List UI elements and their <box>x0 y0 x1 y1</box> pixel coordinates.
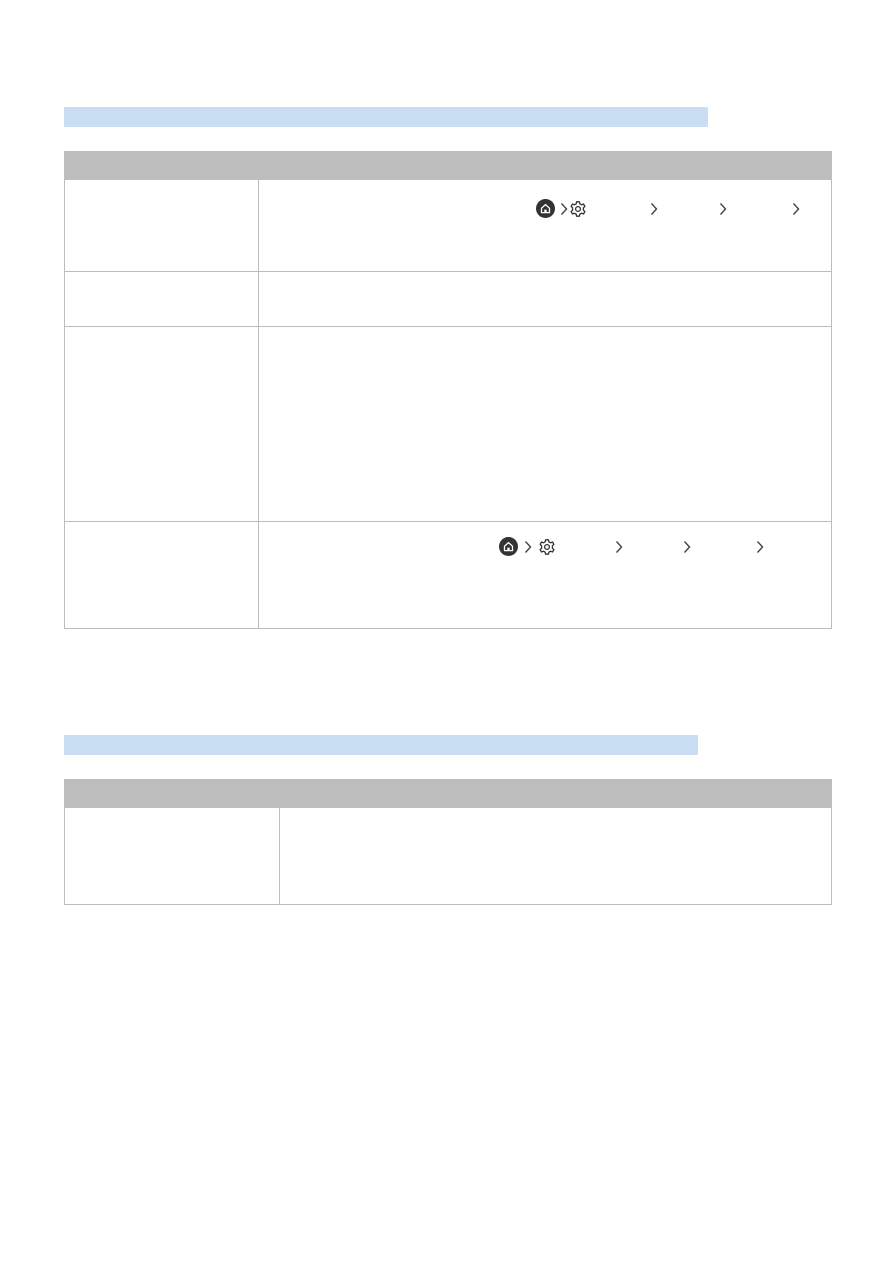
troubleshooting-table-2 <box>64 779 832 905</box>
row-label <box>64 271 259 327</box>
chevron-right-icon <box>683 540 691 554</box>
table-header-row <box>64 779 832 808</box>
row-description <box>258 521 832 629</box>
table-row <box>64 271 832 327</box>
row-description <box>258 271 832 327</box>
table-row <box>64 521 832 629</box>
chevron-right-icon <box>792 202 800 216</box>
column-header-solution <box>279 779 832 808</box>
column-header-problem <box>64 779 280 808</box>
row-description <box>258 326 832 522</box>
table-row <box>64 326 832 522</box>
chevron-right-icon <box>650 202 658 216</box>
row-description <box>279 807 832 905</box>
troubleshooting-table-1 <box>64 151 832 629</box>
chevron-right-icon <box>756 540 764 554</box>
table-header-row <box>64 151 832 180</box>
column-header-solution <box>258 151 832 180</box>
table-row <box>64 807 832 905</box>
section-title-bar-2 <box>64 735 698 755</box>
chevron-right-icon <box>524 540 532 554</box>
row-label <box>64 521 259 629</box>
section-title-bar-1 <box>64 107 708 127</box>
row-label <box>64 807 280 905</box>
row-description <box>258 179 832 272</box>
chevron-right-icon <box>615 540 623 554</box>
row-label <box>64 326 259 522</box>
gear-icon <box>538 538 556 556</box>
table-row <box>64 179 832 272</box>
chevron-right-icon <box>719 202 727 216</box>
home-icon <box>536 199 555 218</box>
menu-path <box>259 180 831 218</box>
column-header-problem <box>64 151 259 180</box>
chevron-right-icon <box>560 202 568 216</box>
row-label <box>64 179 259 272</box>
menu-path <box>259 522 831 556</box>
home-icon <box>499 537 518 556</box>
gear-icon <box>569 200 587 218</box>
